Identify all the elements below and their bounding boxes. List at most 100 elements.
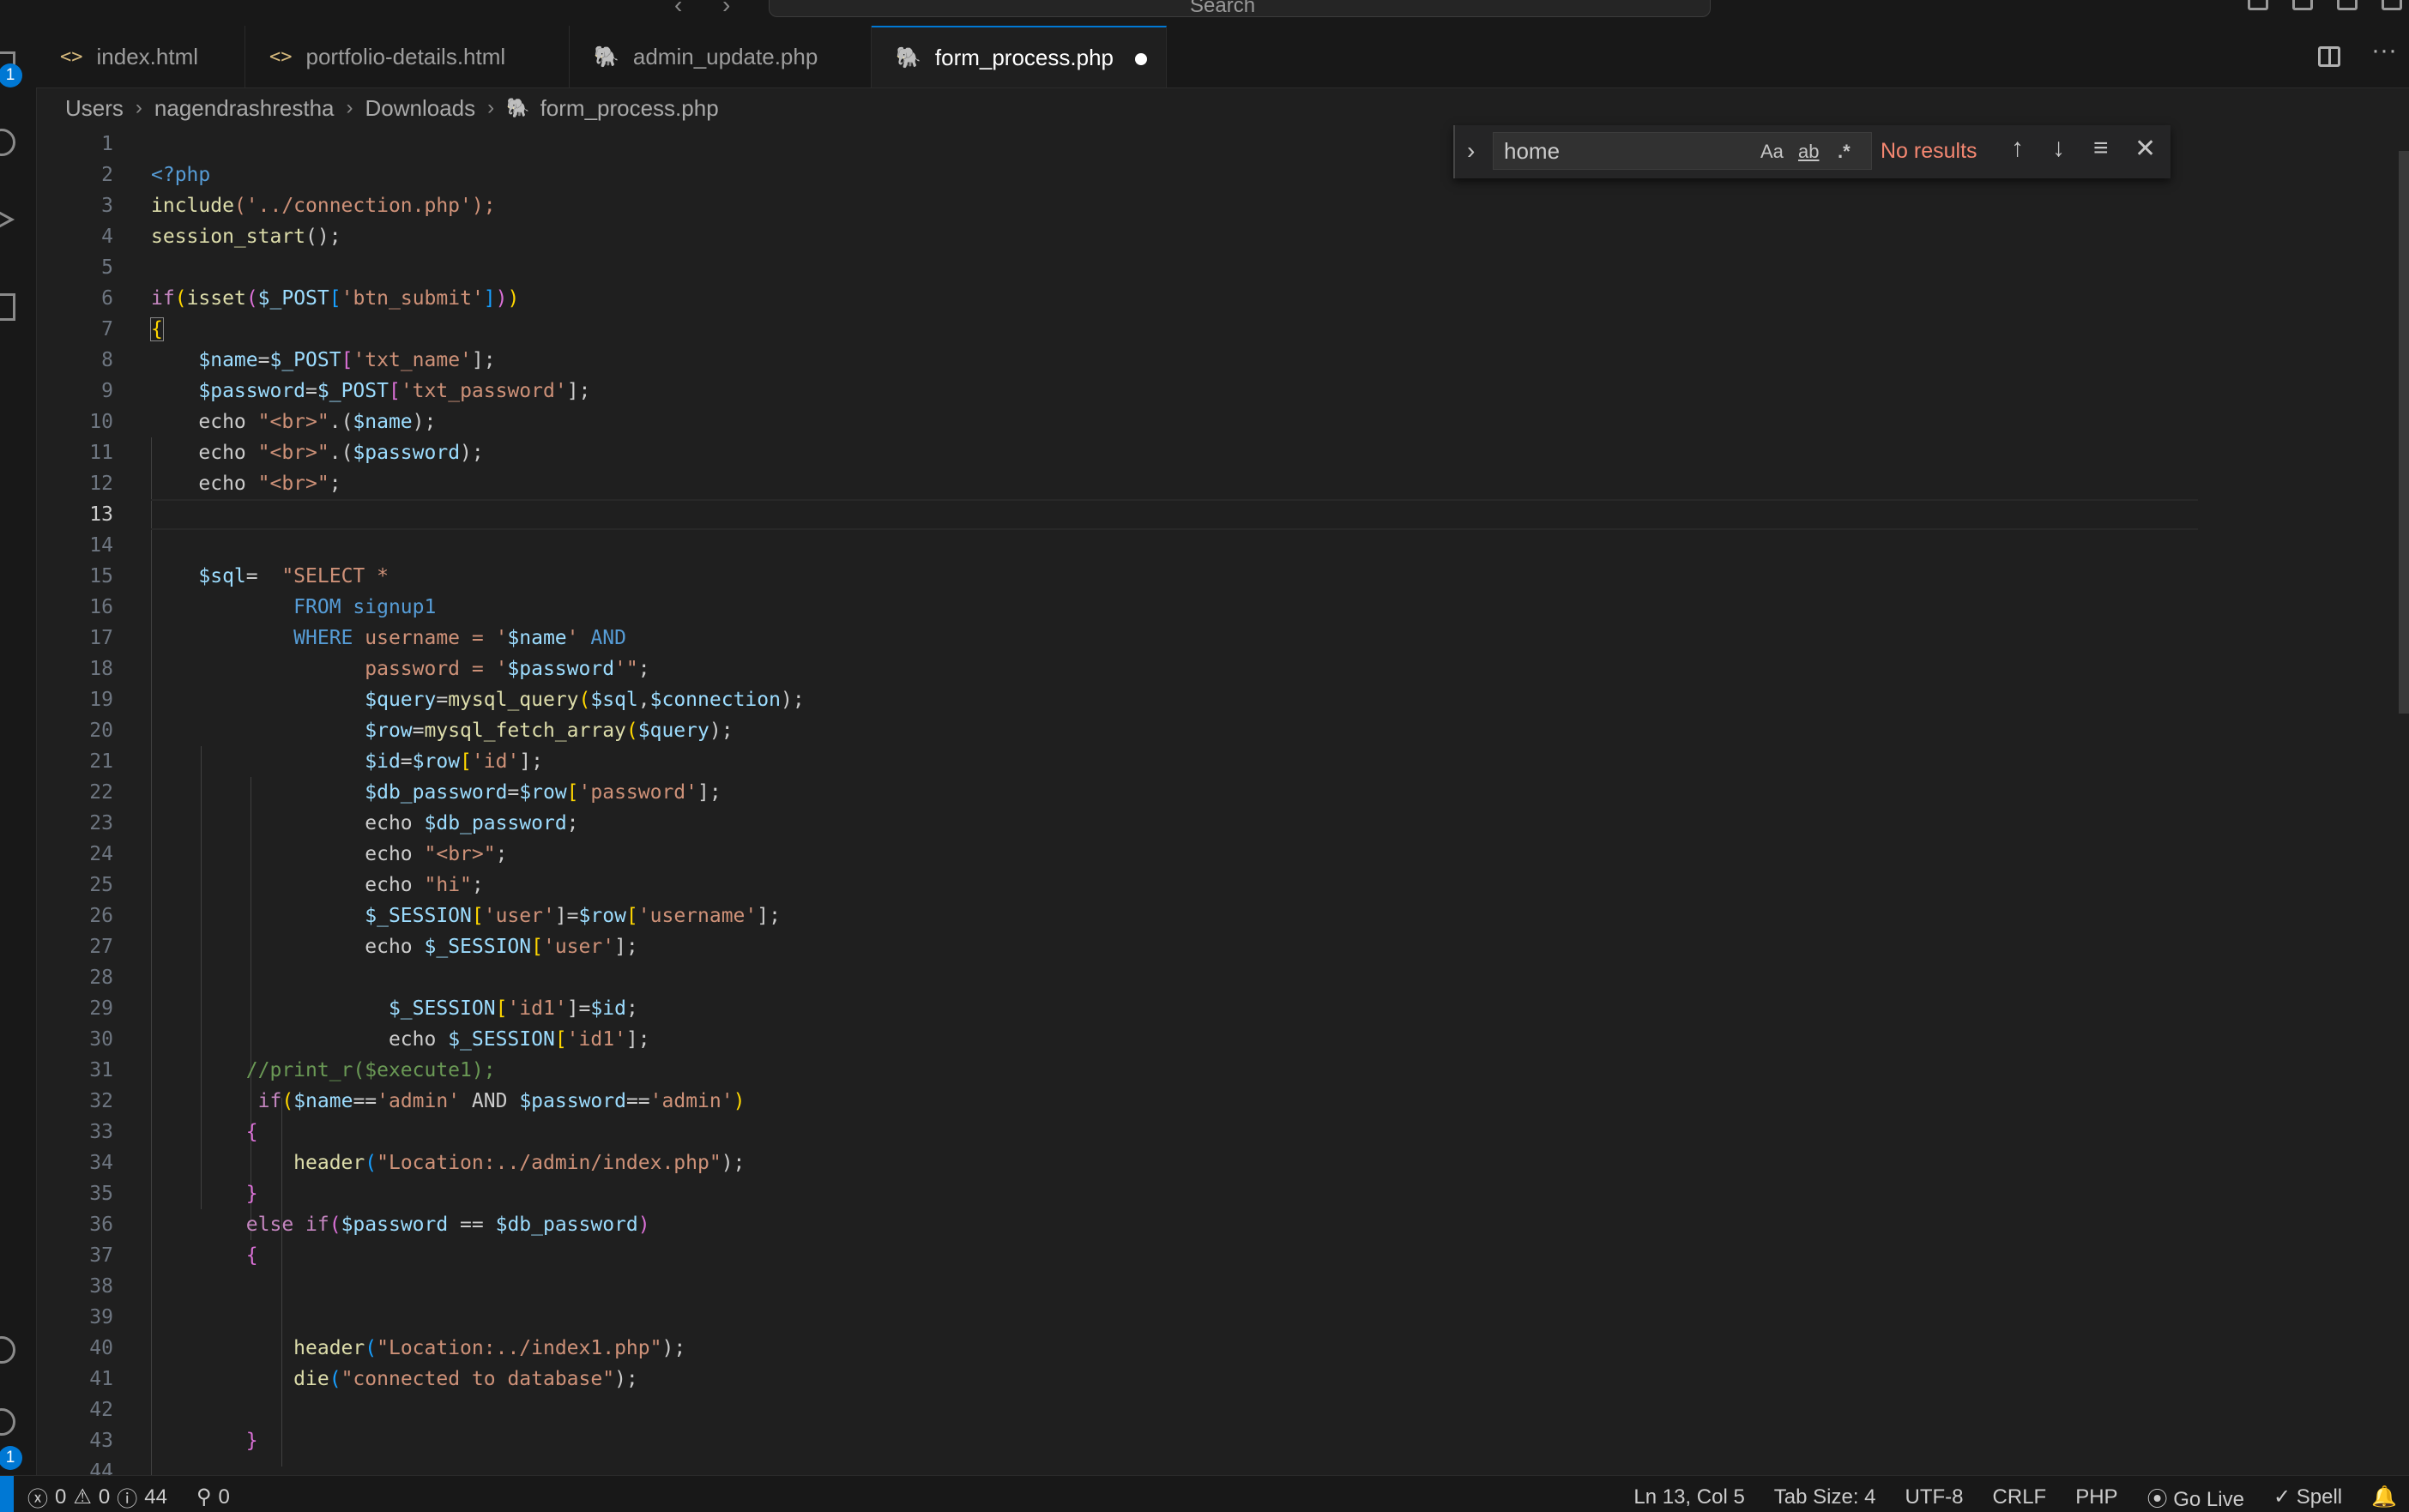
spell-label: Spell <box>2296 1485 2343 1509</box>
code-line: { <box>150 317 164 341</box>
run-debug-icon[interactable] <box>0 206 15 233</box>
line-number: 20 <box>89 720 113 742</box>
breadcrumb-file[interactable]: form_process.php <box>540 95 719 122</box>
ports-count: 0 <box>218 1485 230 1509</box>
breadcrumb-users[interactable]: Users <box>65 95 124 122</box>
line-number: 33 <box>89 1121 113 1143</box>
code-line: header("Location:../index1.php"); <box>293 1337 686 1359</box>
line-number: 18 <box>89 658 113 680</box>
line-number: 3 <box>101 195 113 217</box>
tab-portfolio-details-html[interactable]: <> portfolio-details.html <box>245 26 570 87</box>
line-number: 9 <box>101 380 113 402</box>
tab-admin-update-php[interactable]: 🐘 admin_update.php <box>570 26 872 87</box>
code-lines[interactable]: <?php include('../connection.php'); sess… <box>150 129 2198 1475</box>
code-line: if($name=='admin' AND $password=='admin'… <box>257 1090 746 1112</box>
match-case-icon[interactable]: Aa <box>1760 141 1784 163</box>
line-number: 34 <box>89 1152 113 1174</box>
more-actions-icon[interactable]: ··· <box>2371 36 2397 67</box>
code-line: FROM signup1 <box>151 596 437 618</box>
line-number: 41 <box>89 1368 113 1390</box>
indentation[interactable]: Tab Size: 4 <box>1774 1485 1876 1509</box>
previous-match-arrow-icon[interactable]: ↑ <box>2011 134 2024 163</box>
use-regex-icon[interactable]: .* <box>1838 141 1851 163</box>
problems-indicator[interactable]: ⓧ 0 ⚠ 0 ⓘ 44 ⚲ 0 <box>27 1482 230 1512</box>
encoding[interactable]: UTF-8 <box>1905 1485 1964 1509</box>
code-line: $_SESSION['id1']=$id; <box>388 997 638 1020</box>
line-number: 38 <box>89 1275 113 1298</box>
toggle-sidebar-icon[interactable] <box>2248 0 2268 10</box>
php-elephant-icon: 🐘 <box>896 45 921 69</box>
customize-layout-icon[interactable] <box>2382 0 2402 10</box>
close-find-icon[interactable]: ✕ <box>2134 134 2156 164</box>
code-line: echo "<br>".($password); <box>151 442 484 464</box>
split-editor-icon[interactable] <box>2318 46 2341 67</box>
line-number: 2 <box>101 164 113 186</box>
code-line: $name=$_POST['txt_name']; <box>151 349 496 371</box>
code-line: session_start(); <box>151 226 341 248</box>
line-number: 35 <box>89 1183 113 1205</box>
manage-gear-icon[interactable] <box>0 1408 15 1436</box>
extensions-icon[interactable] <box>0 293 15 321</box>
toggle-replace-chevron-icon[interactable]: › <box>1467 137 1475 165</box>
toggle-secondary-sidebar-icon[interactable] <box>2337 0 2358 10</box>
line-number: 28 <box>89 967 113 989</box>
warning-count: 0 <box>98 1485 111 1509</box>
line-number: 4 <box>101 226 113 248</box>
cursor-position[interactable]: Ln 13, Col 5 <box>1633 1485 1744 1509</box>
error-icon: ⓧ <box>27 1488 48 1511</box>
tab-label: admin_update.php <box>632 43 818 69</box>
status-bar: ⓧ 0 ⚠ 0 ⓘ 44 ⚲ 0 Ln 13, Col 5 Tab Size: … <box>0 1475 2409 1512</box>
line-number: 17 <box>89 627 113 649</box>
spell-button[interactable]: ✓ Spell <box>2273 1485 2342 1509</box>
code-line: $_SESSION['user']=$row['username']; <box>365 905 781 927</box>
toggle-panel-icon[interactable] <box>2292 0 2313 10</box>
notifications-bell-icon[interactable]: 🔔 <box>2371 1485 2397 1509</box>
unsaved-dot-icon[interactable] <box>1135 53 1147 65</box>
command-center[interactable]: Search <box>769 0 1711 17</box>
tab-form-process-php[interactable]: 🐘 form_process.php <box>872 26 1167 87</box>
go-live-button[interactable]: ⦿ Go Live <box>2147 1482 2244 1512</box>
line-number: 10 <box>89 411 113 433</box>
vertical-scrollbar[interactable] <box>2399 151 2409 714</box>
back-arrow-icon[interactable]: ‹ <box>674 0 682 19</box>
code-line: { <box>151 1244 258 1267</box>
find-widget: › Aa ab .* No results ↑ ↓ ≡ ✕ <box>1453 125 2171 178</box>
code-editor[interactable]: 1 2 3 4 5 6 7 8 9 10 11 12 13 14 15 16 17 18 19 20 21 22 23 24 2… <box>36 129 2198 1475</box>
minimap[interactable] <box>2198 129 2397 1475</box>
go-live-label: Go Live <box>2173 1488 2244 1511</box>
line-number: 23 <box>89 812 113 834</box>
search-icon[interactable] <box>0 129 15 156</box>
forward-arrow-icon[interactable]: › <box>722 0 730 19</box>
match-whole-word-icon[interactable]: ab <box>1798 141 1819 163</box>
code-line: $password=$_POST['txt_password']; <box>151 380 591 402</box>
info-count: 44 <box>144 1485 167 1509</box>
language-mode[interactable]: PHP <box>2075 1485 2117 1509</box>
find-in-selection-icon[interactable]: ≡ <box>2093 134 2109 163</box>
remote-indicator[interactable] <box>0 1476 14 1512</box>
line-number: 30 <box>89 1028 113 1051</box>
line-number: 43 <box>89 1430 113 1452</box>
end-of-line[interactable]: CRLF <box>1993 1485 2047 1509</box>
breadcrumb-user-folder[interactable]: nagendrashrestha <box>154 95 335 122</box>
line-number: 22 <box>89 781 113 804</box>
line-number: 29 <box>89 997 113 1020</box>
chevron-right-icon: › <box>346 96 353 119</box>
code-line: WHERE username = '$name' AND <box>151 627 626 649</box>
tab-index-html[interactable]: <> index.html <box>36 26 245 87</box>
ports-icon[interactable]: ⚲ <box>196 1485 212 1509</box>
error-count: 0 <box>55 1485 67 1509</box>
line-number: 21 <box>89 750 113 773</box>
accounts-icon[interactable] <box>0 1336 15 1364</box>
next-match-arrow-icon[interactable]: ↓ <box>2052 134 2065 163</box>
line-number: 19 <box>89 689 113 711</box>
explorer-badge: 1 <box>0 63 22 87</box>
line-number: 12 <box>89 473 113 495</box>
line-number: 7 <box>101 318 113 340</box>
code-line: } <box>151 1430 258 1452</box>
code-line: $sql= "SELECT * <box>151 565 389 587</box>
breadcrumb-downloads[interactable]: Downloads <box>365 95 476 122</box>
